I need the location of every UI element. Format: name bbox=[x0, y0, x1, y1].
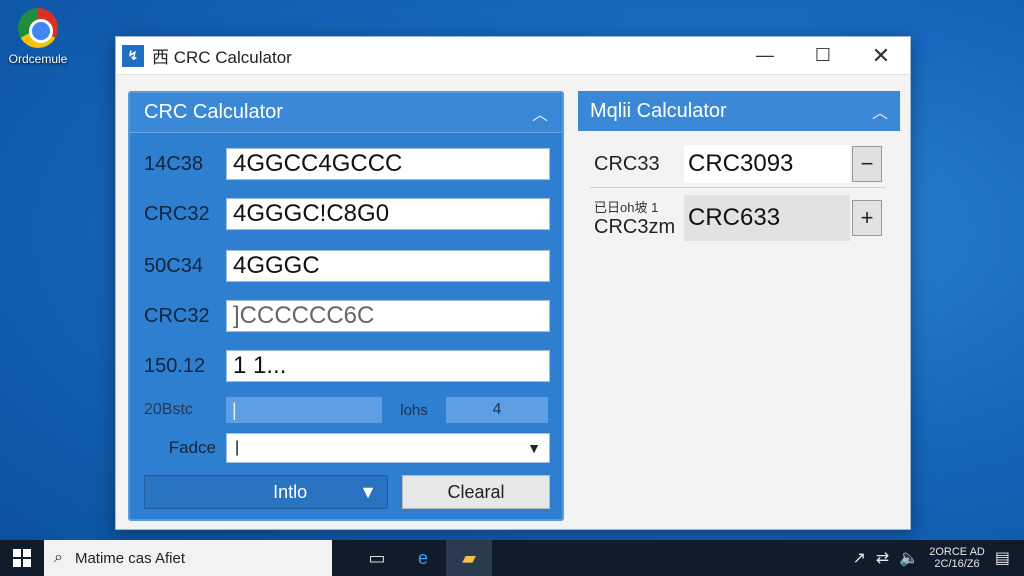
split-left-field[interactable]: | bbox=[226, 397, 382, 423]
info-dropdown-button[interactable]: Intlo ▼ bbox=[144, 475, 388, 509]
taskbar-search[interactable]: ⌕ Matime cas Afiet bbox=[44, 540, 332, 576]
browser-icon bbox=[18, 8, 58, 48]
crc-panel: CRC Calculator ︿ 14C38 4GGCC4GCCC CRC32 … bbox=[128, 91, 564, 521]
crc-panel-title: CRC Calculator bbox=[144, 101, 283, 123]
minus-button[interactable]: − bbox=[852, 146, 882, 182]
multi-row-sublabel: 已日oh坡 1 bbox=[594, 200, 659, 215]
split-mid-label: lohs bbox=[400, 401, 428, 419]
caret-down-icon: ▼ bbox=[359, 481, 377, 502]
windows-logo-icon bbox=[13, 549, 31, 567]
action-row: Intlo ▼ Clearal bbox=[144, 475, 550, 509]
desktop-shortcut[interactable]: Ordcemule bbox=[4, 8, 72, 66]
crc-row: 150.12 1 1... bbox=[130, 349, 566, 383]
multi-panel-header[interactable]: Mqlii Calculator ︿ bbox=[578, 91, 900, 131]
crc-row: CRC32 ]CCCCCC6C bbox=[130, 299, 566, 333]
close-button[interactable]: ✕ bbox=[852, 37, 910, 75]
crc-row-label: 50C34 bbox=[144, 254, 203, 277]
multi-value[interactable]: CRC3093 bbox=[684, 145, 850, 183]
clock[interactable]: 2ORCE AD 2C/16/Z6 bbox=[929, 546, 985, 570]
app-icon: ↯ bbox=[122, 44, 144, 67]
clock-time: 2ORCE AD bbox=[929, 546, 985, 558]
title-bar[interactable]: ↯ 西 CRC Calculator — ☐ ✕ bbox=[116, 37, 910, 75]
split-row-label: 20Bstc bbox=[144, 401, 193, 418]
search-icon: ⌕ bbox=[54, 549, 63, 566]
crc-input[interactable]: ]CCCCCC6C bbox=[226, 300, 550, 332]
crc-row: 50C34 4GGGC bbox=[130, 249, 566, 283]
format-dropdown[interactable]: | ▼ bbox=[226, 433, 550, 463]
chevron-up-icon[interactable]: ︿ bbox=[532, 101, 548, 125]
volume-icon[interactable]: 🔈 bbox=[899, 548, 919, 568]
window-title: 西 CRC Calculator bbox=[152, 48, 292, 67]
clear-button[interactable]: Clearal bbox=[402, 475, 550, 509]
crc-input[interactable]: 1 1... bbox=[226, 350, 550, 382]
crc-input[interactable]: 4GGGC bbox=[226, 250, 550, 282]
network-icon[interactable]: ⇄ bbox=[876, 548, 889, 568]
clock-date: 2C/16/Z6 bbox=[934, 558, 980, 570]
maximize-button[interactable]: ☐ bbox=[794, 37, 852, 75]
desktop-shortcut-label: Ordcemule bbox=[8, 52, 68, 66]
crc-input[interactable]: 4GGGC!C8G0 bbox=[226, 198, 550, 230]
file-explorer-icon[interactable]: ▰ bbox=[446, 540, 492, 576]
crc-row-label: 14C38 bbox=[144, 152, 203, 175]
arrow-icon[interactable]: ↗ bbox=[853, 548, 866, 568]
start-button[interactable] bbox=[0, 540, 44, 576]
multi-row: 已日oh坡 1 CRC3zm CRC633 + bbox=[578, 195, 900, 241]
crc-row-label: 150.12 bbox=[144, 354, 206, 377]
dropdown-value: | bbox=[235, 439, 240, 456]
crc-panel-header[interactable]: CRC Calculator ︿ bbox=[130, 93, 562, 133]
caret-down-icon: ▼ bbox=[527, 440, 541, 456]
task-view-icon[interactable]: ▭ bbox=[354, 540, 400, 576]
split-row: 20Bstc | lohs 4 bbox=[130, 393, 566, 427]
multi-row-label: CRC33 bbox=[594, 152, 660, 175]
multi-row-label: CRC3zm bbox=[594, 216, 676, 238]
info-button-label: Intlo bbox=[273, 481, 308, 502]
dropdown-label: Fadce bbox=[168, 438, 216, 457]
search-text: Matime cas Afiet bbox=[74, 549, 186, 567]
taskbar: ⌕ Matime cas Afiet ▭ e ▰ ↗ ⇄ 🔈 2ORCE AD … bbox=[0, 540, 1024, 576]
crc-row-label: CRC32 bbox=[144, 304, 210, 327]
crc-row: 14C38 4GGCC4GCCC bbox=[130, 147, 566, 181]
plus-button[interactable]: + bbox=[852, 200, 882, 236]
crc-row: CRC32 4GGGC!C8G0 bbox=[130, 197, 566, 231]
edge-icon[interactable]: e bbox=[400, 540, 446, 576]
dropdown-row: Fadce | ▼ bbox=[130, 431, 566, 465]
multi-row-labels: 已日oh坡 1 CRC3zm bbox=[578, 197, 684, 239]
chevron-up-icon[interactable]: ︿ bbox=[872, 99, 888, 123]
multi-calculator-panel: Mqlii Calculator ︿ CRC33 CRC3093 − 已日oh坡… bbox=[578, 91, 900, 521]
crc-calculator-window: ↯ 西 CRC Calculator — ☐ ✕ CRC Calculator … bbox=[115, 36, 911, 530]
divider bbox=[590, 187, 886, 188]
crc-row-label: CRC32 bbox=[144, 202, 210, 225]
multi-row: CRC33 CRC3093 − bbox=[578, 145, 900, 183]
multi-panel-title: Mqlii Calculator bbox=[590, 99, 727, 122]
crc-input[interactable]: 4GGCC4GCCC bbox=[226, 148, 550, 180]
minimize-button[interactable]: — bbox=[736, 37, 794, 75]
multi-value[interactable]: CRC633 bbox=[684, 195, 850, 241]
notification-icon[interactable]: ▤ bbox=[995, 548, 1010, 568]
system-tray: ↗ ⇄ 🔈 2ORCE AD 2C/16/Z6 ▤ bbox=[853, 546, 1024, 570]
split-right-field[interactable]: 4 bbox=[446, 397, 548, 423]
